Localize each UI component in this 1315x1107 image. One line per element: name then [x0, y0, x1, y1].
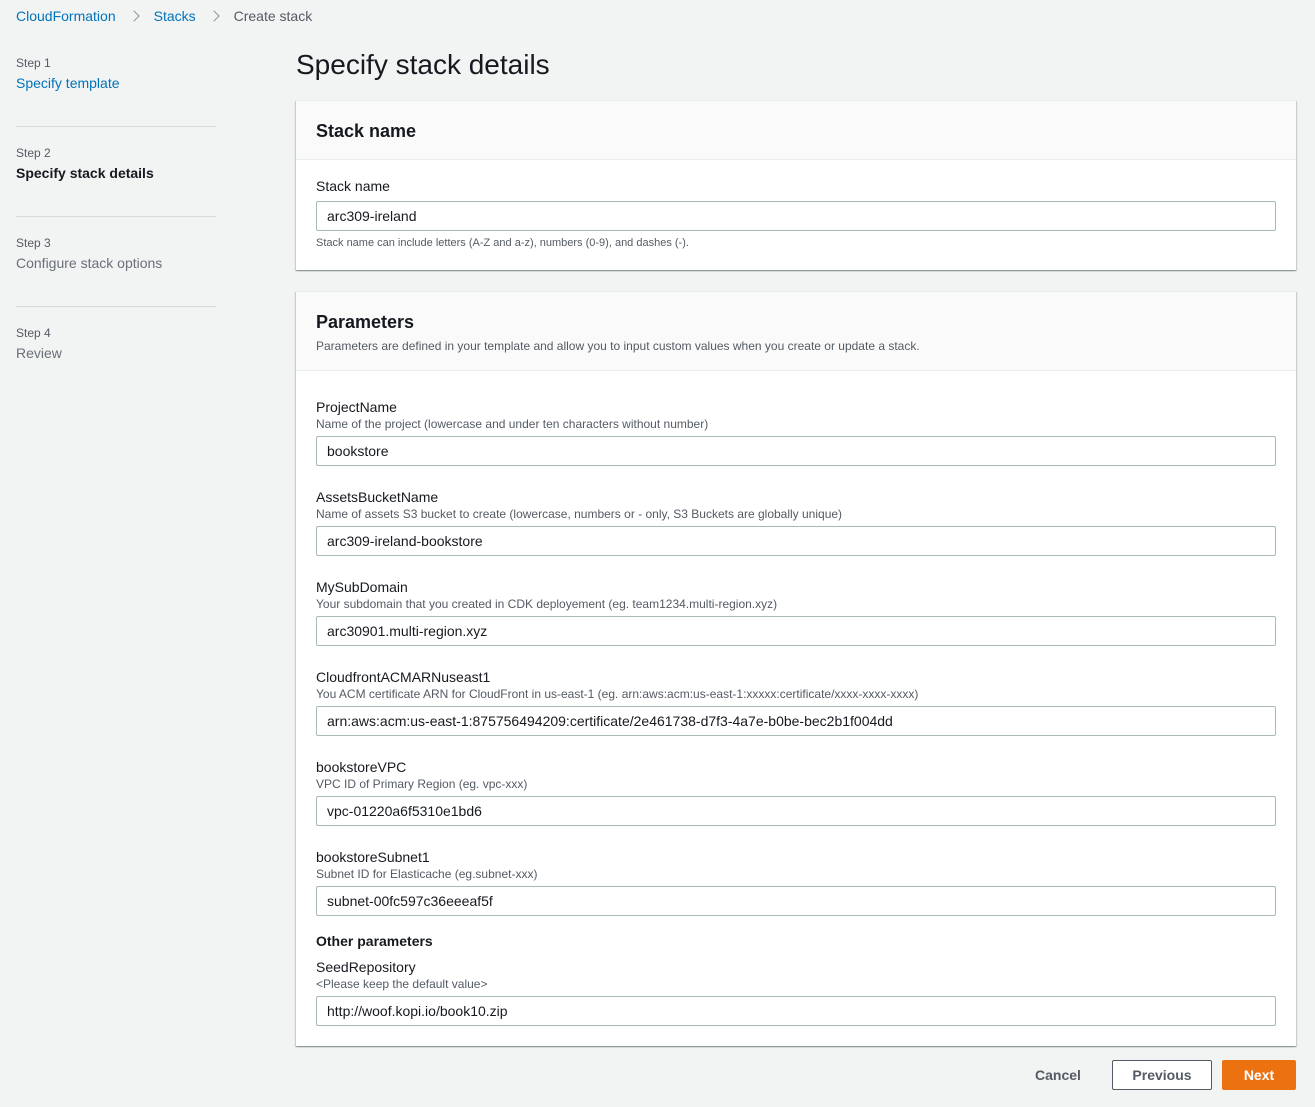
param-field-projectname: ProjectName Name of the project (lowerca…: [316, 398, 1276, 466]
seedrepository-input[interactable]: [316, 996, 1276, 1026]
field-description: VPC ID of Primary Region (eg. vpc-xxx): [316, 777, 528, 791]
breadcrumb-current: Create stack: [233, 8, 313, 24]
field-label: bookstoreSubnet1: [316, 849, 430, 865]
breadcrumb-stacks[interactable]: Stacks: [154, 8, 196, 24]
chevron-right-icon: [127, 10, 140, 22]
step-link-specify-template[interactable]: Specify template: [16, 73, 216, 93]
stack-name-panel: Stack name Stack name Stack name can inc…: [296, 100, 1296, 270]
chevron-right-icon: [207, 10, 220, 22]
parameters-panel: Parameters Parameters are defined in you…: [296, 291, 1296, 1046]
param-field-cloudfrontacmarn: CloudfrontACMARNuseast1 You ACM certific…: [316, 668, 1276, 736]
panel-header: Parameters Parameters are defined in you…: [296, 292, 1296, 371]
cancel-button[interactable]: Cancel: [1020, 1060, 1096, 1090]
projectname-input[interactable]: [316, 436, 1276, 466]
wizard-step-1: Step 1 Specify template: [16, 55, 216, 127]
assetsbucketname-input[interactable]: [316, 526, 1276, 556]
field-description: Name of the project (lowercase and under…: [316, 417, 709, 431]
field-label: SeedRepository: [316, 959, 416, 975]
step-number: Step 1: [16, 56, 51, 70]
step-number: Step 2: [16, 146, 51, 160]
wizard-step-3: Step 3 Configure stack options: [16, 235, 216, 307]
param-field-mysubdomain: MySubDomain Your subdomain that you crea…: [316, 578, 1276, 646]
wizard-steps: Step 1 Specify template Step 2 Specify s…: [16, 53, 216, 397]
step-title-disabled: Review: [16, 345, 62, 361]
panel-description: Parameters are defined in your template …: [316, 339, 920, 353]
field-description: Name of assets S3 bucket to create (lowe…: [316, 507, 843, 521]
step-number: Step 3: [16, 236, 51, 250]
field-description: Your subdomain that you created in CDK d…: [316, 597, 778, 611]
cloudfrontacmarn-input[interactable]: [316, 706, 1276, 736]
previous-button[interactable]: Previous: [1112, 1060, 1212, 1090]
stack-name-field: Stack name Stack name can include letter…: [316, 177, 1276, 249]
field-label: bookstoreVPC: [316, 759, 407, 775]
panel-heading: Parameters: [316, 312, 415, 332]
field-description: You ACM certificate ARN for CloudFront i…: [316, 687, 919, 701]
stack-name-input[interactable]: [316, 201, 1276, 231]
breadcrumb-cloudformation[interactable]: CloudFormation: [16, 8, 116, 24]
create-stack-page: CloudFormation Stacks Create stack Step …: [0, 0, 1315, 1107]
field-label: Stack name: [316, 178, 390, 194]
panel-header: Stack name: [296, 101, 1296, 160]
wizard-step-2: Step 2 Specify stack details: [16, 145, 216, 217]
param-field-bookstorevpc: bookstoreVPC VPC ID of Primary Region (e…: [316, 758, 1276, 826]
field-description: Subnet ID for Elasticache (eg.subnet-xxx…: [316, 867, 538, 881]
field-label: MySubDomain: [316, 579, 408, 595]
other-parameters-heading: Other parameters: [316, 933, 433, 949]
param-field-bookstoresubnet1: bookstoreSubnet1 Subnet ID for Elasticac…: [316, 848, 1276, 916]
page-title: Specify stack details: [296, 49, 550, 80]
bookstorevpc-input[interactable]: [316, 796, 1276, 826]
step-number: Step 4: [16, 326, 51, 340]
field-label: CloudfrontACMARNuseast1: [316, 669, 491, 685]
next-button[interactable]: Next: [1222, 1060, 1296, 1090]
step-title-disabled: Configure stack options: [16, 255, 163, 271]
field-label: AssetsBucketName: [316, 489, 439, 505]
field-label: ProjectName: [316, 399, 397, 415]
step-title-current: Specify stack details: [16, 165, 154, 181]
wizard-step-4: Step 4 Review: [16, 325, 216, 397]
mysubdomain-input[interactable]: [316, 616, 1276, 646]
field-description: <Please keep the default value>: [316, 977, 488, 991]
param-field-assetsbucketname: AssetsBucketName Name of assets S3 bucke…: [316, 488, 1276, 556]
field-hint: Stack name can include letters (A-Z and …: [316, 237, 689, 249]
breadcrumb: CloudFormation Stacks Create stack: [16, 6, 312, 26]
bookstoresubnet1-input[interactable]: [316, 886, 1276, 916]
panel-heading: Stack name: [316, 121, 417, 141]
param-field-seedrepository: SeedRepository <Please keep the default …: [316, 958, 1276, 1026]
